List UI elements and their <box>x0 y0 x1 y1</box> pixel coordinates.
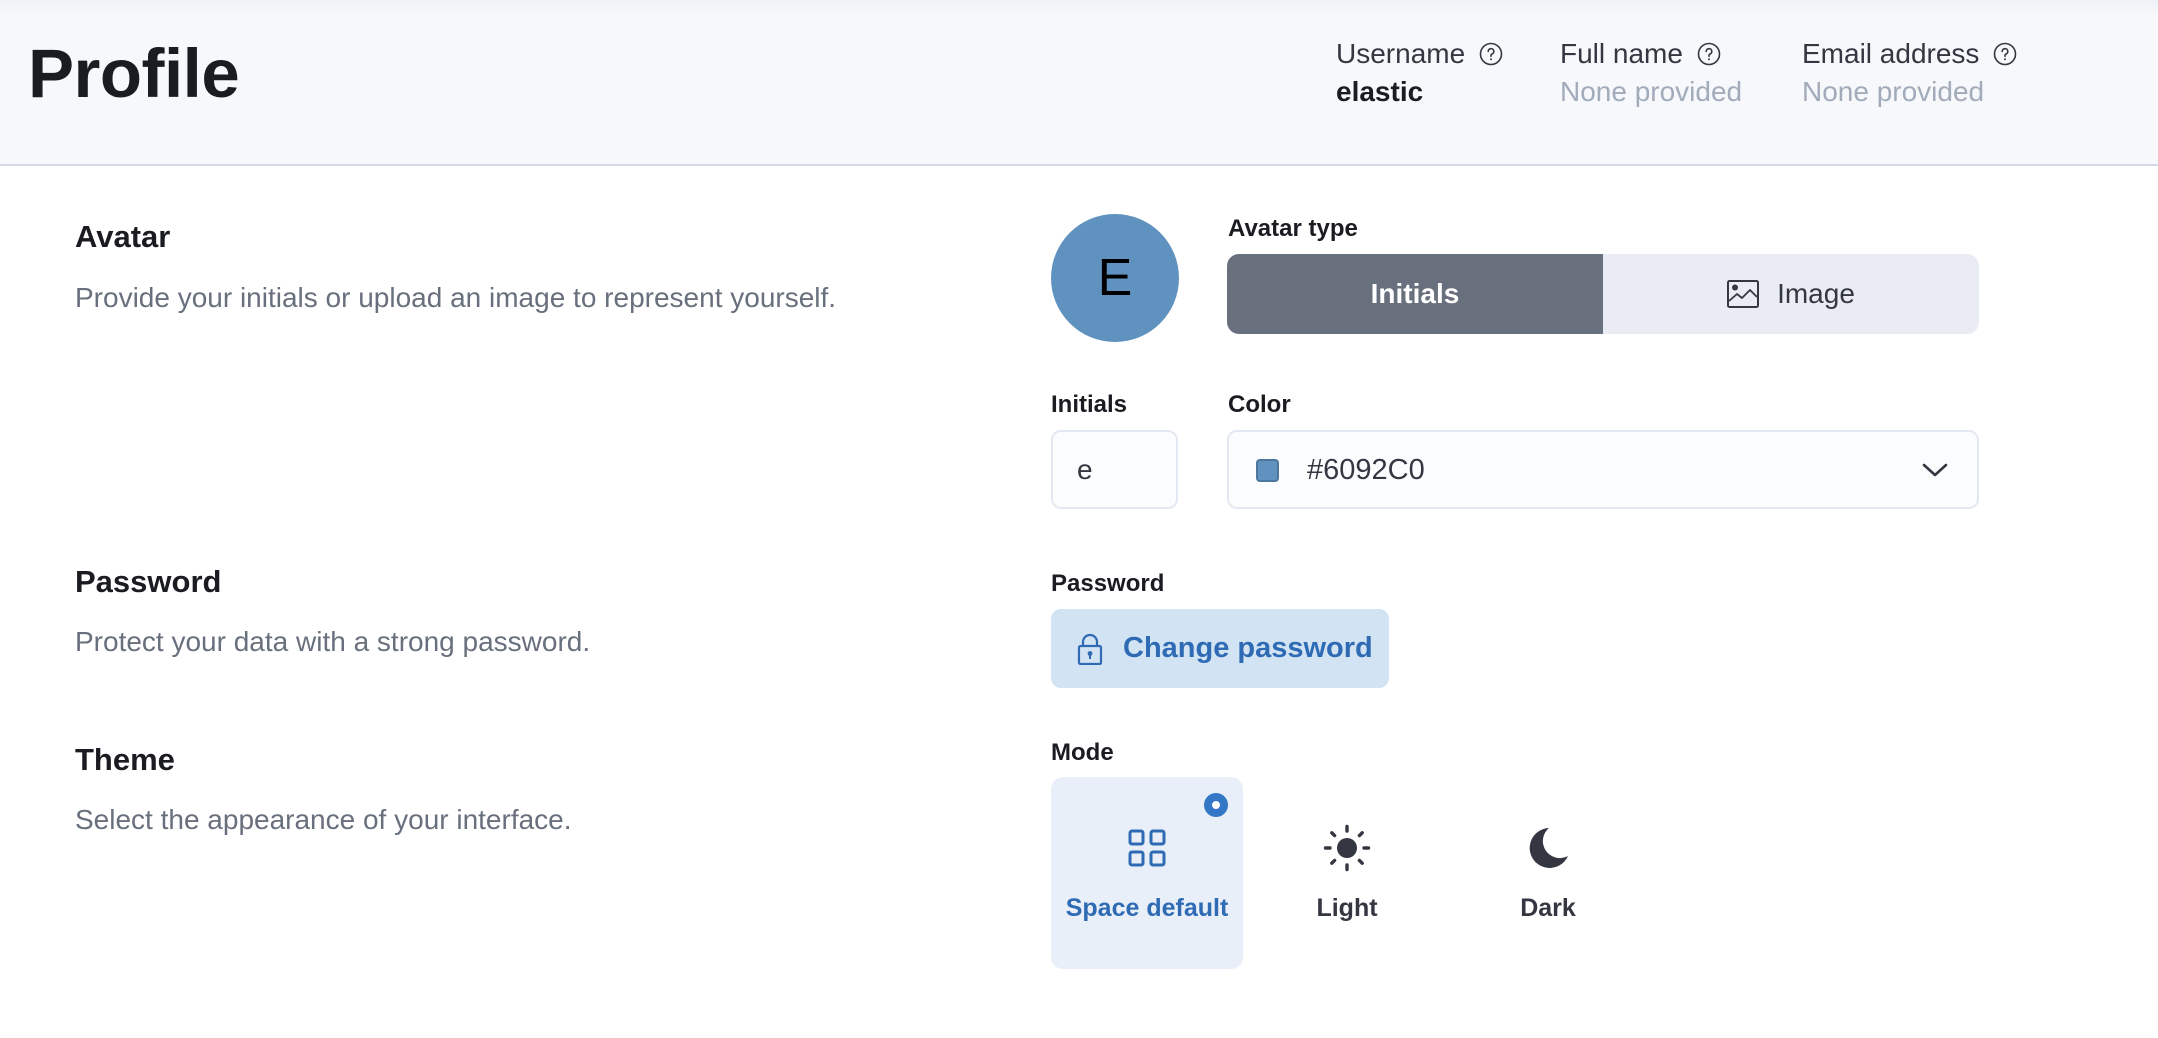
avatar-type-button-group: Initials Image <box>1227 254 1979 334</box>
image-icon <box>1727 280 1760 308</box>
mode-option-label: Light <box>1316 894 1378 922</box>
grid-icon <box>1128 829 1166 867</box>
full-name-value: None provided <box>1560 76 1743 107</box>
color-select[interactable]: #6092C0 <box>1227 430 1979 509</box>
mode-option-space-default[interactable]: Space default <box>1051 777 1243 969</box>
color-swatch <box>1256 459 1279 482</box>
color-label: Color <box>1228 391 1291 418</box>
sun-icon <box>1323 824 1371 872</box>
password-section-title: Password <box>75 564 222 599</box>
avatar-type-image-button[interactable]: Image <box>1603 254 1979 334</box>
mode-label: Mode <box>1051 739 1114 766</box>
email-address-field: Email address None provided <box>1802 36 2017 112</box>
page-header: Profile Username elastic Full name None … <box>0 0 2158 166</box>
theme-section-description: Select the appearance of your interface. <box>75 804 572 835</box>
color-select-value: #6092C0 <box>1307 454 1425 486</box>
avatar-section-title: Avatar <box>75 219 171 254</box>
avatar-preview: E <box>1051 214 1179 342</box>
full-name-field: Full name None provided <box>1560 36 1742 112</box>
avatar-type-initials-button[interactable]: Initials <box>1227 254 1603 334</box>
username-label-row: Username <box>1336 36 1503 72</box>
password-section-description: Protect your data with a strong password… <box>75 626 591 657</box>
initials-label: Initials <box>1051 391 1128 418</box>
avatar-section-description: Provide your initials or upload an image… <box>75 282 837 313</box>
moon-icon <box>1529 828 1568 868</box>
avatar-type-label: Avatar type <box>1228 215 1358 242</box>
question-circle-icon[interactable] <box>1993 42 2017 66</box>
full-name-label-row: Full name <box>1560 36 1742 72</box>
avatar-initial: E <box>1097 249 1133 307</box>
chevron-down-icon <box>1922 463 1948 477</box>
email-address-label-row: Email address <box>1802 36 2017 72</box>
question-circle-icon[interactable] <box>1479 42 1503 66</box>
email-address-value: None provided <box>1802 76 1985 107</box>
initials-input[interactable]: e <box>1051 430 1178 509</box>
initials-input-value: e <box>1077 453 1093 485</box>
password-field-label: Password <box>1051 570 1165 597</box>
mode-option-light[interactable]: Light <box>1251 777 1443 969</box>
avatar-type-image-label: Image <box>1777 278 1855 309</box>
change-password-label: Change password <box>1123 632 1373 664</box>
avatar-type-initials-label: Initials <box>1370 278 1460 309</box>
theme-section-title: Theme <box>75 742 175 777</box>
lock-icon <box>1077 633 1103 665</box>
change-password-button[interactable]: Change password <box>1051 609 1389 688</box>
question-circle-icon[interactable] <box>1697 42 1721 66</box>
mode-option-label: Dark <box>1520 894 1576 922</box>
mode-option-label: Space default <box>1065 894 1229 922</box>
username-value: elastic <box>1336 76 1424 107</box>
page-title: Profile <box>28 35 240 112</box>
username-field: Username elastic <box>1336 36 1503 112</box>
mode-option-dark[interactable]: Dark <box>1452 777 1644 969</box>
radio-selected-indicator[interactable] <box>1204 793 1228 817</box>
full-name-label: Full name <box>1560 38 1683 69</box>
email-address-label: Email address <box>1802 38 1980 69</box>
username-label: Username <box>1336 38 1466 69</box>
